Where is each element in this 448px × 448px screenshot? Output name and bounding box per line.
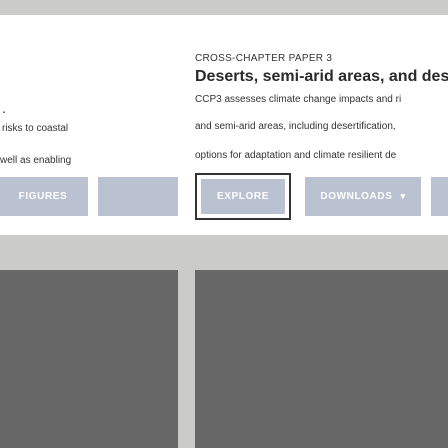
right-partial-button[interactable] [431,177,448,216]
left-desc-line-1: risks to coastal [2,123,69,134]
paper-desc-line-2: and semi-arid areas, including desertifi… [195,121,396,132]
paper-title[interactable]: Deserts, semi-arid areas, and dese [195,68,448,86]
thumbnail-card-right[interactable] [195,270,448,448]
paper-desc-line-3: options for adaptation and climate resil… [195,150,397,161]
figures-button-label: FIGURES [18,191,68,202]
explore-button-label: EXPLORE [217,191,269,202]
left-placeholder-button[interactable] [98,177,178,216]
downloads-dropdown[interactable]: DOWNLOADS ▾ [305,177,421,216]
paper-desc-line-1: CCP3 assesses climate change impacts and… [195,94,402,105]
explore-button[interactable]: EXPLORE [195,173,291,220]
figures-button[interactable]: FIGURES [0,177,88,216]
thumbnail-card-left[interactable] [0,270,178,448]
paper-kicker: CROSS-CHAPTER PAPER 3 [195,53,333,64]
chevron-down-icon: ▾ [400,191,406,201]
left-desc-line-2: well as enabling [0,155,72,166]
downloads-dropdown-label: DOWNLOADS [320,191,393,202]
left-heading-fragment: . [2,100,6,116]
